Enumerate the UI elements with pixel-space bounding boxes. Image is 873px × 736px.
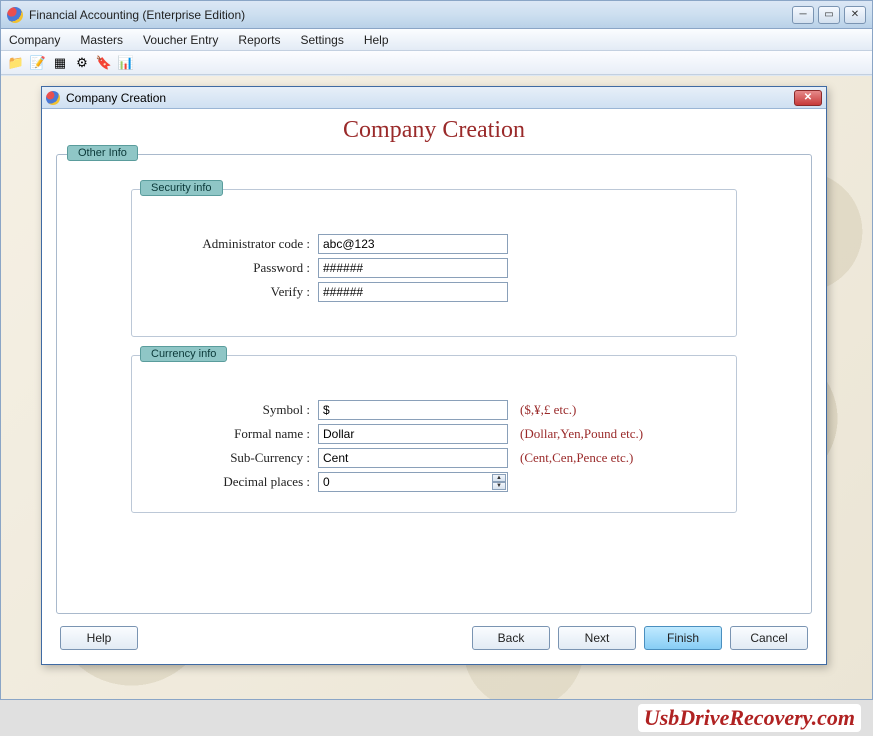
menu-voucher-entry[interactable]: Voucher Entry (143, 33, 218, 47)
formal-name-label: Formal name : (148, 426, 318, 442)
dialog-button-row: Help Back Next Finish Cancel (56, 626, 812, 650)
security-info-group: Security info Administrator code : abc@1… (131, 189, 737, 337)
dialog-titlebar: Company Creation ✕ (42, 87, 826, 109)
other-info-tab: Other Info (67, 145, 138, 161)
symbol-label: Symbol : (148, 402, 318, 418)
watermark: UsbDriveRecovery.com (638, 704, 861, 732)
menu-settings[interactable]: Settings (300, 33, 343, 47)
decimal-places-label: Decimal places : (148, 474, 318, 490)
spinner-down-icon[interactable]: ▼ (492, 482, 506, 490)
menubar: Company Masters Voucher Entry Reports Se… (1, 29, 872, 51)
password-label: Password : (148, 260, 318, 276)
password-input[interactable]: ###### (318, 258, 508, 278)
verify-input[interactable]: ###### (318, 282, 508, 302)
other-info-group: Other Info Security info Administrator c… (56, 154, 812, 614)
toolbar: 📁 📝 ▦ ⚙ 🔖 📊 (1, 51, 872, 75)
formal-name-hint: (Dollar,Yen,Pound etc.) (520, 426, 643, 442)
menu-masters[interactable]: Masters (80, 33, 123, 47)
dialog-icon (46, 91, 60, 105)
menu-reports[interactable]: Reports (238, 33, 280, 47)
next-button[interactable]: Next (558, 626, 636, 650)
menu-help[interactable]: Help (364, 33, 389, 47)
admin-code-label: Administrator code : (148, 236, 318, 252)
menu-company[interactable]: Company (9, 33, 60, 47)
symbol-hint: ($,¥,£ etc.) (520, 402, 576, 418)
maximize-button[interactable]: ▭ (818, 6, 840, 24)
dialog-title: Company Creation (66, 91, 166, 105)
finish-button[interactable]: Finish (644, 626, 722, 650)
sub-currency-input[interactable]: Cent (318, 448, 508, 468)
sub-currency-label: Sub-Currency : (148, 450, 318, 466)
help-button[interactable]: Help (60, 626, 138, 650)
currency-info-group: Currency info Symbol : $ ($,¥,£ etc.) Fo… (131, 355, 737, 513)
app-icon (7, 7, 23, 23)
client-area: Company Creation ✕ Company Creation Othe… (1, 76, 872, 699)
minimize-button[interactable]: ─ (792, 6, 814, 24)
dialog-heading: Company Creation (56, 117, 812, 144)
dialog-close-button[interactable]: ✕ (794, 90, 822, 106)
close-button[interactable]: ✕ (844, 6, 866, 24)
toolbar-icon-edit[interactable]: 📝 (29, 54, 47, 72)
toolbar-icon-grid[interactable]: ▦ (51, 54, 69, 72)
toolbar-icon-tag[interactable]: 🔖 (95, 54, 113, 72)
company-creation-dialog: Company Creation ✕ Company Creation Othe… (41, 86, 827, 665)
verify-label: Verify : (148, 284, 318, 300)
symbol-input[interactable]: $ (318, 400, 508, 420)
decimal-places-input[interactable]: 0 ▲ ▼ (318, 472, 508, 492)
app-title: Financial Accounting (Enterprise Edition… (29, 8, 245, 22)
currency-info-tab: Currency info (140, 346, 227, 362)
sub-currency-hint: (Cent,Cen,Pence etc.) (520, 450, 633, 466)
decimal-places-value: 0 (323, 475, 330, 489)
back-button[interactable]: Back (472, 626, 550, 650)
spinner-up-icon[interactable]: ▲ (492, 474, 506, 482)
titlebar: Financial Accounting (Enterprise Edition… (1, 1, 872, 29)
toolbar-icon-settings[interactable]: ⚙ (73, 54, 91, 72)
main-window: Financial Accounting (Enterprise Edition… (0, 0, 873, 700)
formal-name-input[interactable]: Dollar (318, 424, 508, 444)
security-info-tab: Security info (140, 180, 223, 196)
cancel-button[interactable]: Cancel (730, 626, 808, 650)
admin-code-input[interactable]: abc@123 (318, 234, 508, 254)
toolbar-icon-folder[interactable]: 📁 (7, 54, 25, 72)
toolbar-icon-chart[interactable]: 📊 (117, 54, 135, 72)
